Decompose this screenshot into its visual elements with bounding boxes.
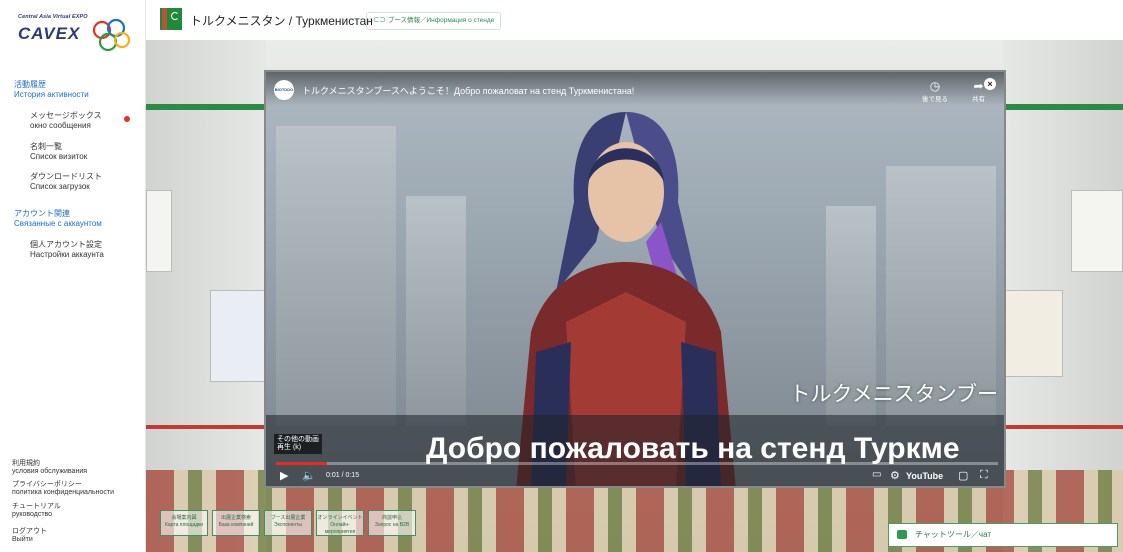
button-label: Запрос на B2B [374,522,410,528]
account-heading-ru: Связанные с аккаунтом [14,219,102,228]
booth-poster[interactable] [210,290,270,382]
caption-japanese: トルクメニスタンブー [789,383,998,406]
footer-link-label: チュートリアル [12,503,61,510]
footer-link-label: ログアウト [12,528,47,535]
cavex-logo[interactable]: Central Asia Virtual EXPO CAVEX [14,14,132,62]
more-videos-button[interactable]: その他の動画 再生 (k) [274,434,322,454]
play-icon[interactable]: ▶ [280,469,288,482]
button-label: ブース出展企業 [270,515,306,521]
footer-link-label: руководство [12,511,53,518]
sidebar-item-message-box[interactable]: メッセージボックス окно сообщения [30,111,102,131]
share-label: 共有 [972,96,985,103]
unread-badge [124,116,130,122]
share-arrow-icon: ➦ [973,79,984,93]
logo-tagline: Central Asia Virtual EXPO [18,14,88,20]
watch-later-label: 後で見る [922,96,948,103]
footer-link-terms[interactable]: 利用規約 условия обслуживания [12,460,87,476]
link-icon: ⊂⊃ [373,17,388,24]
chat-icon [897,530,907,539]
booth-poster[interactable] [1071,190,1123,272]
account-heading-ja: アカウント関連 [14,209,70,218]
button-label: Онлайн-мероприятия [324,522,356,535]
close-icon[interactable]: × [984,78,996,90]
logo-rings-icon [92,18,131,52]
top-bar: トルクメニスタン / Туркменистан ⊂⊃ ブース情報／Информа… [146,0,1123,41]
booth-info-label: ブース情報／Информация о стенде [387,17,495,24]
sidebar-item-label: окно сообщения [30,121,91,130]
decor-stripe [146,425,266,429]
footer-link-label: политика конфиденциальности [12,489,115,496]
footer-link-privacy[interactable]: プライバシーポリシー политика конфиденциальности [12,481,114,497]
booth-info-link[interactable]: ⊂⊃ ブース情報／Информация о стенде [366,12,502,30]
caption-russian: Добро пожаловать на стенд Туркме [426,432,960,465]
video-header: BIOTODO トルクメニスタンブースへようこそ！Добро пожаловат… [266,72,1004,106]
booth-poster[interactable] [1001,290,1063,377]
watch-later-button[interactable]: ◷ 後で見る [922,79,948,104]
decor-stripe [146,104,266,110]
decor-stripe [1003,425,1123,429]
activity-section-heading: 活動履歴 История активности [14,80,89,100]
footer-link-tutorial[interactable]: チュートリアル руководство [12,503,61,519]
volume-icon[interactable]: 🔈 [302,469,316,482]
venue-map-button[interactable]: 会場案内図 Карта площадки [160,510,208,536]
youtube-logo[interactable]: YouTube [906,471,943,481]
sidebar-item-label: Список визиток [30,152,88,161]
button-label: База компаний [218,522,254,528]
button-label: 商談申込 [381,515,402,521]
sidebar-item-label: 名刺一覧 [30,142,62,151]
more-videos-label: その他の動画 [277,436,319,443]
footer-link-label: Выйти [12,536,33,543]
progress-fill [276,462,327,465]
button-label: Карта площадки [164,522,204,528]
sidebar-item-business-cards[interactable]: 名刺一覧 Список визиток [30,142,87,162]
page-title: トルクメニスタン / Туркменистан [190,14,373,28]
clock-icon: ◷ [929,79,941,93]
logo-wordmark: CAVEX [18,24,81,43]
sidebar-item-label: 個人アカウント設定 [30,240,102,249]
exhibitors-button[interactable]: ブース出展企業 Экспоненты [264,510,312,536]
activity-heading-ru: История активности [14,90,89,99]
decor-stripe [1003,104,1123,110]
b2b-request-button[interactable]: 商談申込 Запрос на B2B [368,510,416,536]
sidebar-item-label: メッセージボックス [30,111,102,120]
online-events-button[interactable]: オンラインイベント Онлайн-мероприятия [316,510,364,536]
turkmenistan-flag-icon [160,8,182,30]
player-controls: ▶ 🔈 0:01 / 0:15 ▭ ⚙ YouTube ▢ ⛶ [266,466,1004,486]
button-label: Экспоненты [273,522,302,528]
button-label: オンラインイベント [317,515,363,521]
channel-avatar-icon[interactable]: BIOTODO [274,80,294,100]
company-search-button[interactable]: 出展企業検索 База компаний [212,510,260,536]
sidebar-item-label: ダウンロードリスト [30,172,102,181]
more-videos-shortcut: 再生 (k) [277,444,302,451]
progress-bar[interactable] [276,462,998,465]
footer-link-logout[interactable]: ログアウト Выйти [12,528,47,544]
button-label: 会場案内図 [171,515,197,521]
sidebar-item-account-settings[interactable]: 個人アカウント設定 Настройки аккаунта [30,240,104,260]
video-title[interactable]: トルクメニスタンブースへようこそ！Добро пожаловат на стен… [302,84,634,97]
building [406,196,466,426]
footer-link-label: プライバシーポリシー [12,481,82,488]
sidebar-item-label: Список загрузок [30,182,90,191]
account-section-heading: アカウント関連 Связанные с аккаунтом [14,209,102,229]
footer-link-label: 利用規約 [12,460,40,467]
chat-label: チャットツール／чат [915,530,992,539]
button-label: 出展企業検索 [220,515,251,521]
video-player[interactable]: BIOTODO トルクメニスタンブースへようこそ！Добро пожаловат… [264,70,1006,488]
fullscreen-icon[interactable]: ⛶ [980,469,988,482]
settings-gear-icon[interactable]: ⚙ [890,469,900,482]
sidebar-item-download-list[interactable]: ダウンロードリスト Список загрузок [30,172,102,192]
sidebar: Central Asia Virtual EXPO CAVEX 活動履歴 Ист… [0,0,146,552]
chat-tool-button[interactable]: チャットツール／чат [888,523,1118,547]
sidebar-item-label: Настройки аккаунта [30,250,104,259]
building [276,126,396,426]
time-display: 0:01 / 0:15 [326,472,360,479]
footer-link-label: условия обслуживания [12,468,88,475]
booth-poster[interactable] [146,190,172,272]
activity-heading-ja: 活動履歴 [14,80,46,89]
subtitles-icon[interactable]: ▭ [872,469,881,480]
cast-icon[interactable]: ▢ [958,469,968,482]
